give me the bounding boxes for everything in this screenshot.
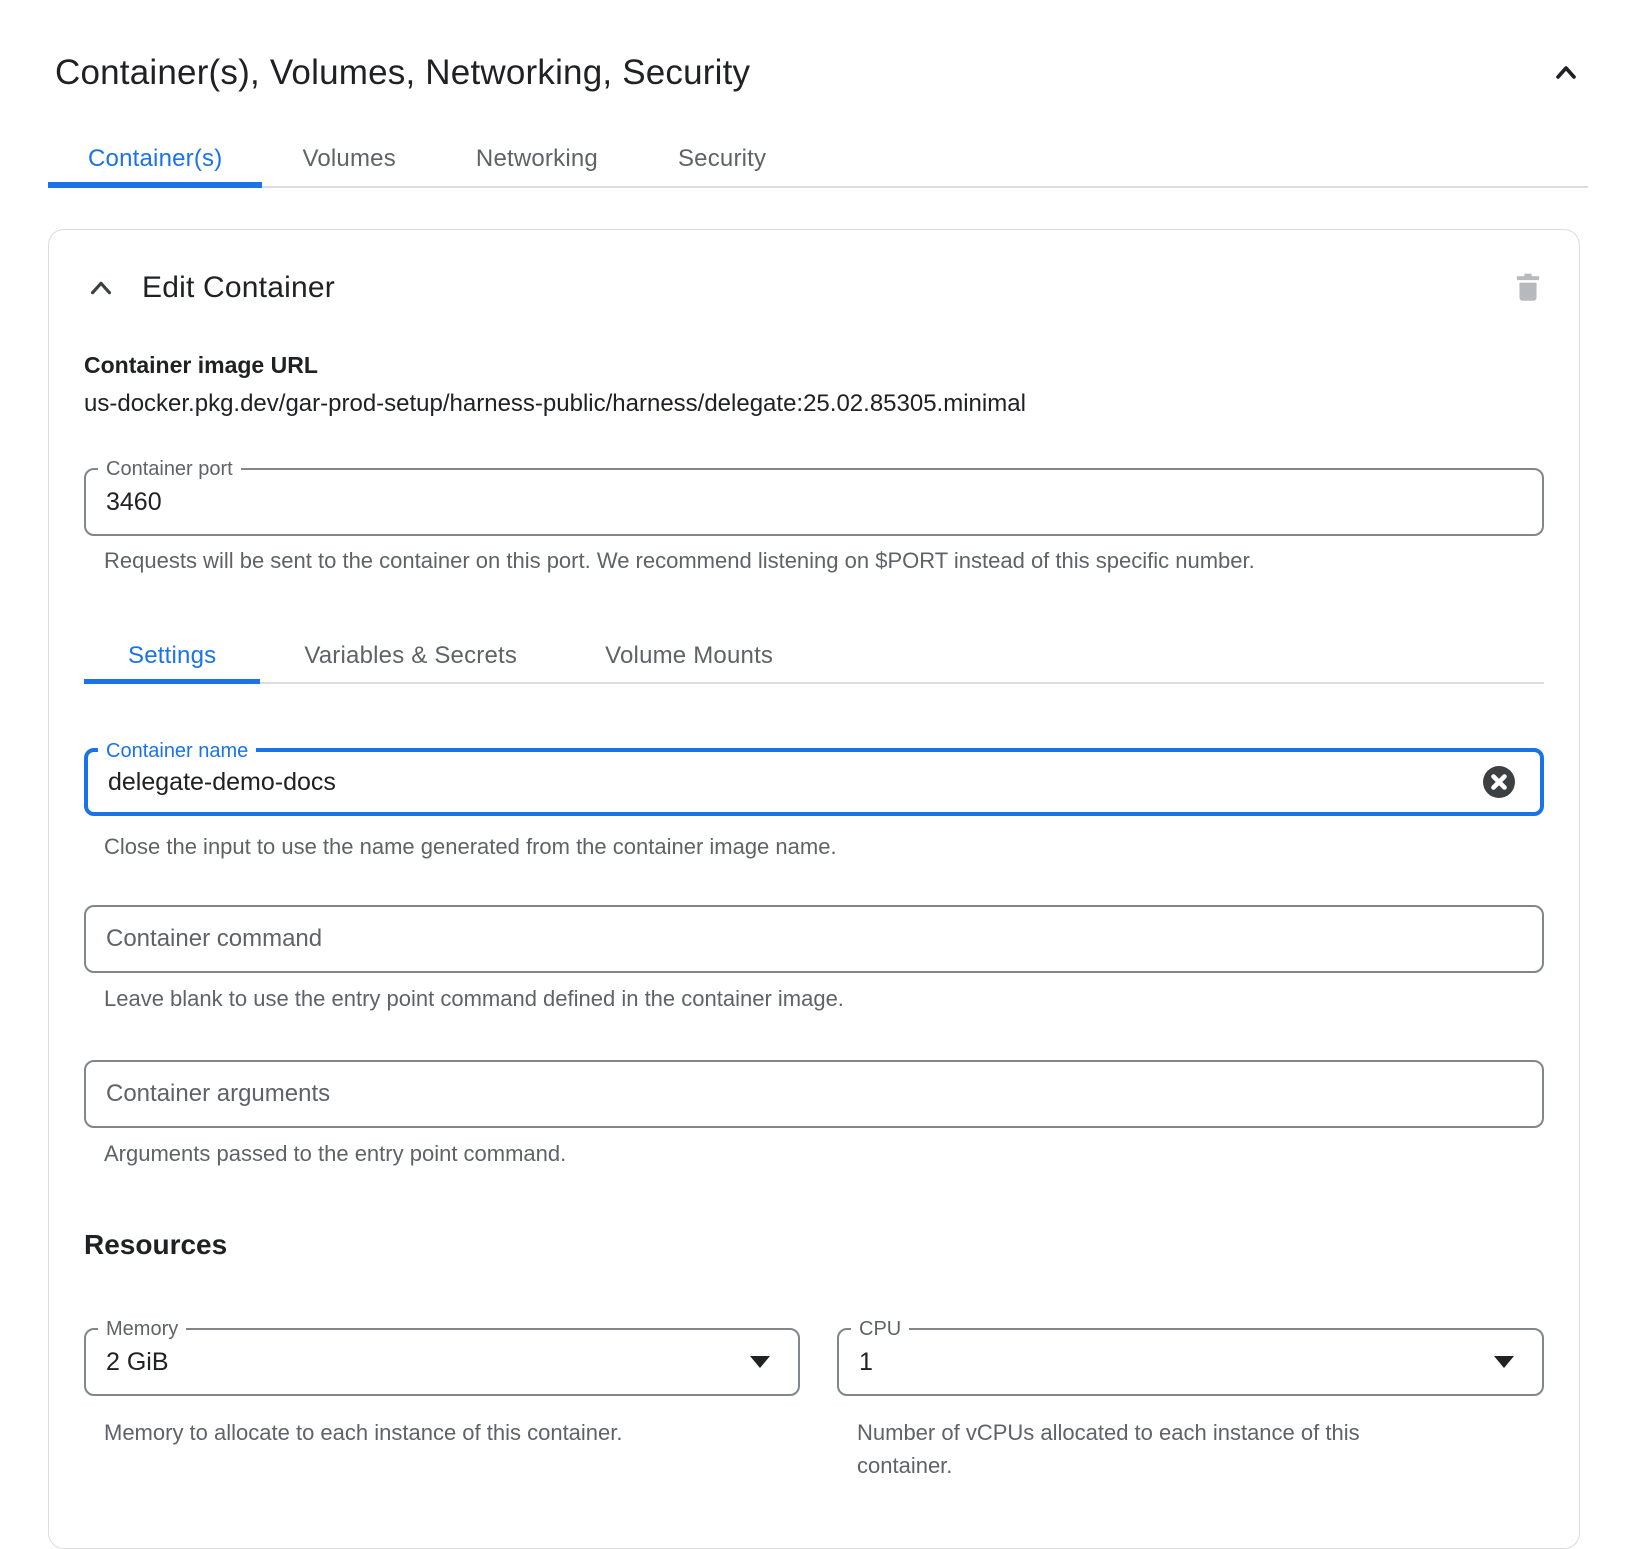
edit-container-header: Edit Container bbox=[84, 260, 1544, 316]
section-header: Container(s), Volumes, Networking, Secur… bbox=[0, 0, 1636, 96]
cpu-value: 1 bbox=[839, 1348, 873, 1377]
container-name-value: delegate-demo-docs bbox=[88, 768, 336, 797]
tab-containers[interactable]: Container(s) bbox=[48, 132, 262, 186]
container-name-helper: Close the input to use the name generate… bbox=[84, 834, 1544, 860]
resources-row: Memory 2 GiB Memory to allocate to each … bbox=[84, 1328, 1544, 1482]
tab-label: Networking bbox=[476, 145, 598, 173]
resources-heading: Resources bbox=[84, 1228, 1544, 1262]
memory-column: Memory 2 GiB Memory to allocate to each … bbox=[84, 1328, 800, 1482]
container-image-url-label: Container image URL bbox=[84, 352, 1544, 378]
tab-security[interactable]: Security bbox=[638, 132, 806, 186]
container-command-helper: Leave blank to use the entry point comma… bbox=[84, 986, 1544, 1012]
cpu-column: CPU 1 Number of vCPUs allocated to each … bbox=[837, 1328, 1544, 1482]
arrow-drop-down-icon bbox=[750, 1356, 770, 1368]
memory-value: 2 GiB bbox=[86, 1348, 169, 1377]
container-arguments-input[interactable]: Container arguments bbox=[84, 1060, 1544, 1128]
tab-label: Variables & Secrets bbox=[304, 642, 517, 670]
container-port-value: 3460 bbox=[86, 488, 162, 517]
tab-label: Volume Mounts bbox=[605, 642, 773, 670]
trash-icon bbox=[1513, 272, 1543, 304]
tab-label: Container(s) bbox=[88, 145, 222, 173]
tab-label: Settings bbox=[128, 642, 216, 670]
cpu-select[interactable]: CPU 1 bbox=[837, 1328, 1544, 1396]
tab-volumes[interactable]: Volumes bbox=[262, 132, 435, 186]
container-command-input[interactable]: Container command bbox=[84, 905, 1544, 973]
container-port-helper: Requests will be sent to the container o… bbox=[84, 548, 1544, 574]
memory-select[interactable]: Memory 2 GiB bbox=[84, 1328, 800, 1396]
chevron-up-icon bbox=[1550, 57, 1582, 89]
container-port-input[interactable]: Container port 3460 bbox=[84, 468, 1544, 536]
memory-helper: Memory to allocate to each instance of t… bbox=[84, 1416, 800, 1449]
container-inner-tabbar: Settings Variables & Secrets Volume Moun… bbox=[84, 630, 1544, 684]
container-arguments-label: Container arguments bbox=[86, 1080, 330, 1108]
delete-container-button[interactable] bbox=[1512, 271, 1544, 305]
container-name-input[interactable]: Container name delegate-demo-docs bbox=[84, 748, 1544, 816]
tab-label: Volumes bbox=[302, 145, 395, 173]
page-title: Container(s), Volumes, Networking, Secur… bbox=[55, 50, 750, 96]
container-image-url-value: us-docker.pkg.dev/gar-prod-setup/harness… bbox=[84, 390, 1544, 418]
tab-settings[interactable]: Settings bbox=[84, 630, 260, 682]
main-tabbar: Container(s) Volumes Networking Security bbox=[48, 132, 1588, 188]
container-command-label: Container command bbox=[86, 925, 322, 953]
cpu-helper: Number of vCPUs allocated to each instan… bbox=[837, 1416, 1402, 1482]
collapse-card-button[interactable] bbox=[84, 271, 118, 305]
memory-label: Memory bbox=[98, 1316, 186, 1342]
tab-label: Security bbox=[678, 145, 766, 173]
tab-volume-mounts[interactable]: Volume Mounts bbox=[561, 630, 817, 682]
tab-variables-secrets[interactable]: Variables & Secrets bbox=[260, 630, 561, 682]
container-arguments-helper: Arguments passed to the entry point comm… bbox=[84, 1141, 1544, 1167]
chevron-up-icon bbox=[86, 273, 116, 303]
tab-networking[interactable]: Networking bbox=[436, 132, 638, 186]
cpu-label: CPU bbox=[851, 1316, 909, 1342]
container-name-label: Container name bbox=[98, 738, 256, 764]
arrow-drop-down-icon bbox=[1494, 1356, 1514, 1368]
container-port-label: Container port bbox=[98, 456, 241, 482]
edit-container-card: Edit Container Container image URL us-do… bbox=[48, 229, 1580, 1549]
collapse-section-button[interactable] bbox=[1548, 55, 1584, 91]
card-title: Edit Container bbox=[142, 271, 335, 305]
cancel-icon[interactable] bbox=[1482, 765, 1516, 799]
